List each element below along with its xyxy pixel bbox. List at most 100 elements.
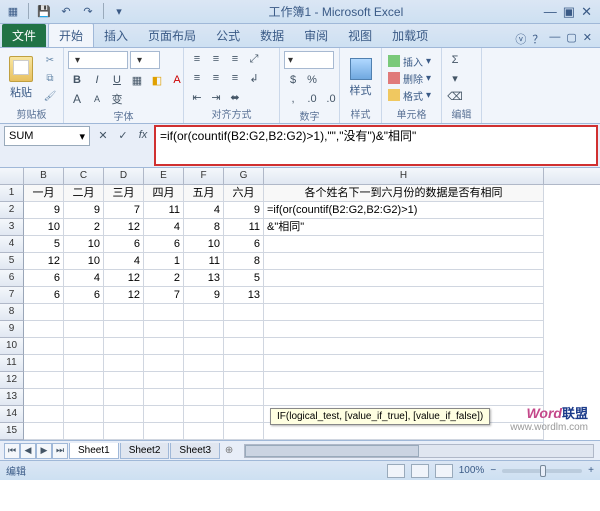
cell[interactable] bbox=[104, 355, 144, 372]
cell[interactable] bbox=[144, 423, 184, 440]
cell[interactable] bbox=[144, 338, 184, 355]
cell[interactable]: 12 bbox=[104, 219, 144, 236]
decrease-decimal-icon[interactable]: .0 bbox=[322, 91, 340, 107]
cell[interactable]: 11 bbox=[184, 253, 224, 270]
tab-data[interactable]: 数据 bbox=[250, 24, 294, 47]
row-header[interactable]: 3 bbox=[0, 219, 24, 236]
next-sheet-icon[interactable]: ▶ bbox=[36, 443, 52, 459]
tab-file[interactable]: 文件 bbox=[2, 24, 46, 47]
autosum-icon[interactable]: Σ bbox=[446, 52, 464, 68]
cell[interactable]: 六月 bbox=[224, 185, 264, 202]
cell[interactable]: 9 bbox=[64, 202, 104, 219]
cut-icon[interactable]: ✂ bbox=[41, 52, 59, 68]
cell[interactable] bbox=[224, 389, 264, 406]
col-header[interactable]: D bbox=[104, 168, 144, 184]
cell[interactable] bbox=[264, 321, 544, 338]
phonetic-icon[interactable]: 变 bbox=[108, 91, 126, 107]
cell[interactable] bbox=[184, 304, 224, 321]
cell[interactable] bbox=[64, 304, 104, 321]
select-all-button[interactable] bbox=[0, 168, 24, 184]
cell[interactable] bbox=[184, 338, 224, 355]
normal-view-icon[interactable] bbox=[387, 464, 405, 478]
qat-customize-icon[interactable]: ▾ bbox=[110, 3, 128, 21]
cell[interactable]: 2 bbox=[144, 270, 184, 287]
grow-font-icon[interactable]: A bbox=[68, 91, 86, 107]
cell[interactable] bbox=[264, 270, 544, 287]
redo-icon[interactable]: ↷ bbox=[79, 3, 97, 21]
cell[interactable] bbox=[144, 321, 184, 338]
ribbon-x-icon[interactable]: ✕ bbox=[583, 31, 592, 47]
number-format-combo[interactable]: ▾ bbox=[284, 51, 334, 69]
cell[interactable] bbox=[224, 423, 264, 440]
cell[interactable] bbox=[24, 304, 64, 321]
cell[interactable]: 8 bbox=[184, 219, 224, 236]
increase-decimal-icon[interactable]: .0 bbox=[303, 91, 321, 107]
tab-insert[interactable]: 插入 bbox=[94, 24, 138, 47]
cell[interactable] bbox=[264, 304, 544, 321]
last-sheet-icon[interactable]: ⏭ bbox=[52, 443, 68, 459]
minimize-icon[interactable]: — bbox=[544, 4, 557, 20]
row-header[interactable]: 7 bbox=[0, 287, 24, 304]
cell[interactable]: 5 bbox=[24, 236, 64, 253]
cell[interactable] bbox=[264, 236, 544, 253]
cell[interactable]: 三月 bbox=[104, 185, 144, 202]
cell[interactable]: 二月 bbox=[64, 185, 104, 202]
cell[interactable] bbox=[64, 355, 104, 372]
cell[interactable] bbox=[64, 372, 104, 389]
cell[interactable]: 7 bbox=[144, 287, 184, 304]
cell[interactable] bbox=[224, 304, 264, 321]
cell[interactable]: 一月 bbox=[24, 185, 64, 202]
underline-icon[interactable]: U bbox=[108, 72, 126, 88]
styles-button[interactable]: 样式 bbox=[344, 52, 377, 104]
fx-icon[interactable]: fx bbox=[134, 126, 152, 144]
cell[interactable]: 2 bbox=[64, 219, 104, 236]
increase-indent-icon[interactable]: ⇥ bbox=[207, 89, 225, 105]
row-header[interactable]: 12 bbox=[0, 372, 24, 389]
enter-formula-icon[interactable]: ✓ bbox=[114, 126, 132, 144]
row-header[interactable]: 11 bbox=[0, 355, 24, 372]
border-icon[interactable]: ▦ bbox=[128, 72, 146, 88]
cell[interactable] bbox=[264, 355, 544, 372]
tab-home[interactable]: 开始 bbox=[48, 23, 94, 47]
cell[interactable]: 10 bbox=[64, 253, 104, 270]
italic-icon[interactable]: I bbox=[88, 72, 106, 88]
cell[interactable] bbox=[224, 321, 264, 338]
cell[interactable]: 10 bbox=[64, 236, 104, 253]
cell[interactable] bbox=[184, 406, 224, 423]
zoom-out-icon[interactable]: − bbox=[490, 465, 496, 476]
tab-review[interactable]: 审阅 bbox=[294, 24, 338, 47]
ribbon-options-icon[interactable]: — bbox=[549, 31, 560, 47]
cell[interactable] bbox=[64, 321, 104, 338]
cell[interactable] bbox=[184, 423, 224, 440]
row-header[interactable]: 14 bbox=[0, 406, 24, 423]
cell[interactable] bbox=[64, 423, 104, 440]
formula-bar[interactable]: =if(or(countif(B2:G2,B2:G2)>1),"","没有")&… bbox=[154, 125, 598, 166]
col-header[interactable]: G bbox=[224, 168, 264, 184]
cell[interactable] bbox=[24, 338, 64, 355]
comma-icon[interactable]: , bbox=[284, 91, 302, 107]
row-header[interactable]: 5 bbox=[0, 253, 24, 270]
row-header[interactable]: 13 bbox=[0, 389, 24, 406]
cell[interactable] bbox=[224, 406, 264, 423]
shrink-font-icon[interactable]: A bbox=[88, 91, 106, 107]
format-painter-icon[interactable]: 🖌 bbox=[41, 88, 59, 104]
cell[interactable] bbox=[264, 389, 544, 406]
copy-icon[interactable]: ⧉ bbox=[41, 70, 59, 86]
cell[interactable]: 11 bbox=[144, 202, 184, 219]
font-name-combo[interactable]: ▾ bbox=[68, 51, 128, 69]
align-center-icon[interactable]: ≡ bbox=[207, 70, 225, 86]
cell[interactable] bbox=[264, 287, 544, 304]
cell[interactable] bbox=[24, 406, 64, 423]
accounting-icon[interactable]: $ bbox=[284, 72, 302, 88]
cell[interactable] bbox=[184, 372, 224, 389]
cell[interactable] bbox=[224, 338, 264, 355]
clear-icon[interactable]: ⌫ bbox=[446, 88, 464, 104]
col-header[interactable]: H bbox=[264, 168, 544, 184]
cell[interactable]: 10 bbox=[24, 219, 64, 236]
spreadsheet-grid[interactable]: B C D E F G H 1一月二月三月四月五月六月各个姓名下一到六月份的数据… bbox=[0, 168, 600, 440]
row-header[interactable]: 2 bbox=[0, 202, 24, 219]
cell[interactable]: 12 bbox=[104, 287, 144, 304]
cell[interactable]: 4 bbox=[104, 253, 144, 270]
col-header[interactable]: C bbox=[64, 168, 104, 184]
cell[interactable]: 11 bbox=[224, 219, 264, 236]
